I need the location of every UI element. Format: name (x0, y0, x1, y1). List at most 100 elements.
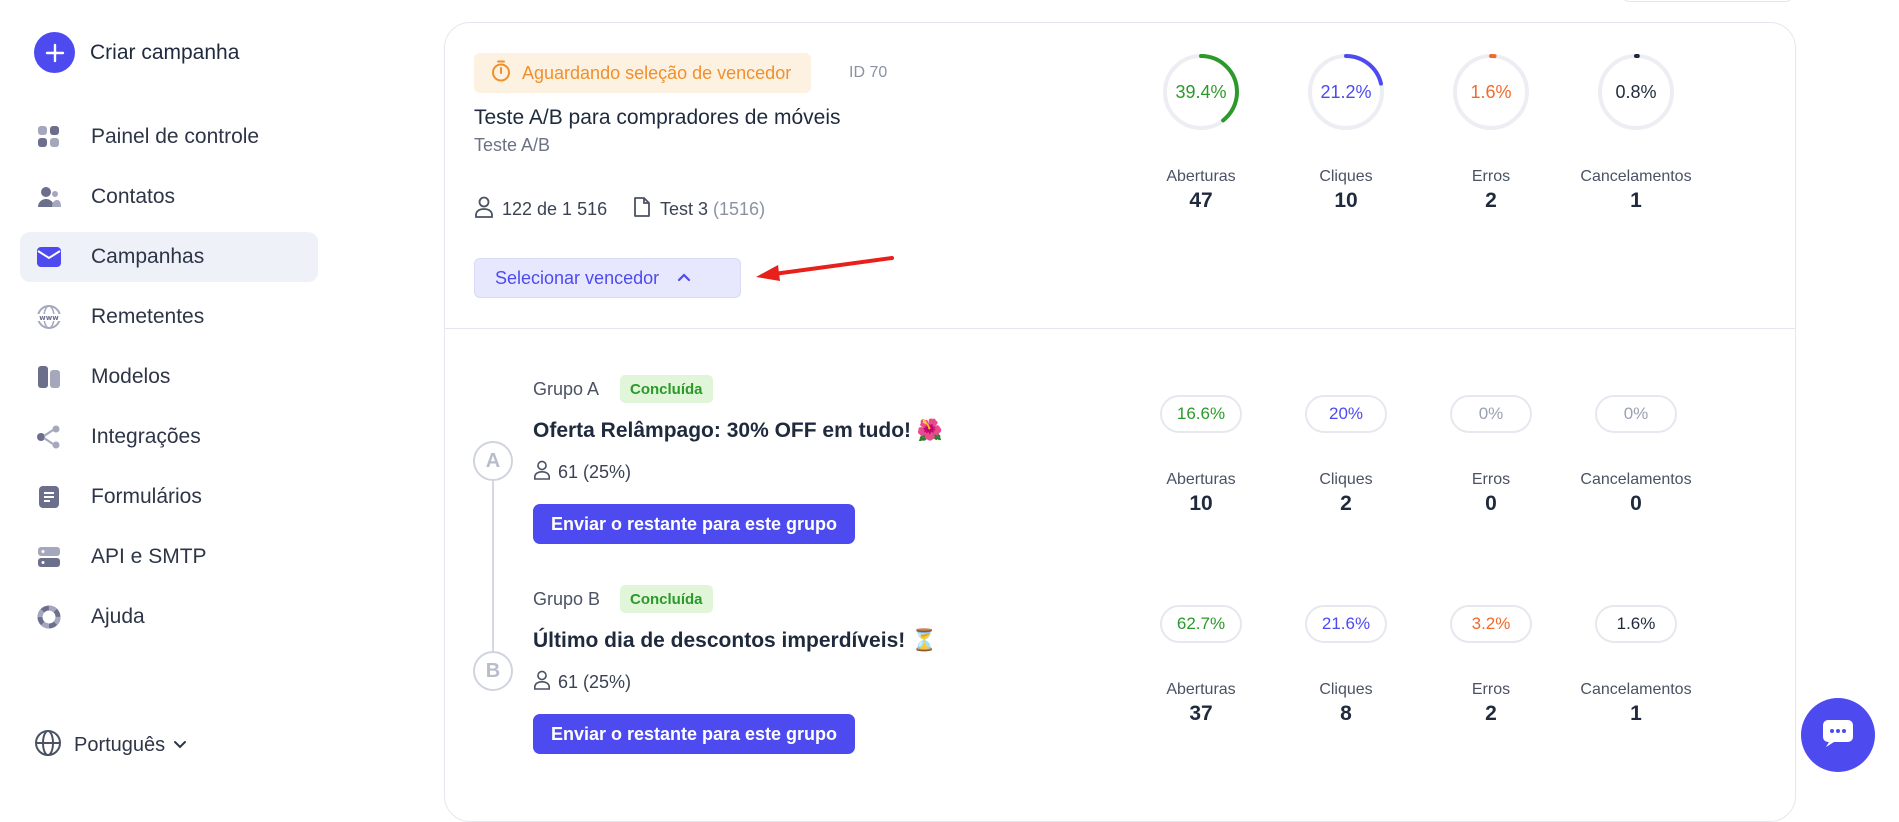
group-a-status-badge: Concluída (620, 375, 713, 403)
group-a-subject: Oferta Relâmpago: 30% OFF em tudo! 🌺 (533, 419, 944, 442)
create-campaign-label: Criar campanha (90, 40, 240, 64)
group-a-errors-rate: 0% (1450, 395, 1532, 433)
timer-icon (490, 60, 512, 87)
stat-label: Aberturas (1166, 681, 1236, 698)
group-a-unsubs-rate: 0% (1595, 395, 1677, 433)
group-a-unsubs-stat: Cancelamentos 0 (1571, 471, 1701, 516)
stat-label: Aberturas (1166, 168, 1236, 185)
group-b-recipients: 61 (25%) (533, 670, 631, 695)
stat-value: 8 (1340, 702, 1352, 725)
list-name: Test 3 (660, 199, 709, 219)
annotation-arrow (756, 256, 894, 281)
sidebar-item-senders[interactable]: www Remetentes (20, 292, 318, 342)
stat-value: 2 (1485, 702, 1497, 725)
group-b-send-rest-button[interactable]: Enviar o restante para este grupo (533, 714, 855, 754)
clicks-rate: 21.2% (1320, 81, 1372, 102)
stat-value: 37 (1189, 702, 1213, 725)
section-divider (445, 328, 1795, 329)
stat-value: 10 (1189, 492, 1213, 515)
sidebar-item-contacts[interactable]: Contatos (20, 172, 318, 222)
group-b-label: Grupo B (533, 589, 601, 609)
sidebar-item-label: Painel de controle (91, 125, 260, 148)
group-b-clicks-rate: 21.6% (1305, 605, 1387, 643)
opens-rate: 39.4% (1175, 81, 1227, 102)
list-info[interactable]: Test 3 (1516) (633, 196, 765, 223)
group-b-opens-rate: 62.7% (1160, 605, 1242, 643)
sidebar-item-templates[interactable]: Modelos (20, 352, 318, 402)
select-winner-label: Selecionar vencedor (495, 267, 660, 288)
recipients-count: 122 de 1 516 (502, 199, 608, 219)
group-a-marker: A (473, 441, 513, 481)
chat-icon (1821, 718, 1855, 753)
server-icon (36, 544, 62, 570)
stat-label: Erros (1471, 168, 1511, 185)
stat-value: 0 (1485, 492, 1497, 515)
sidebar-item-label: Campanhas (91, 245, 205, 268)
stat-label: Cancelamentos (1580, 681, 1692, 698)
integrations-icon (36, 424, 62, 450)
templates-icon (36, 364, 62, 390)
group-b-subject: Último dia de descontos imperdíveis! ⏳ (533, 629, 938, 652)
sidebar-item-forms[interactable]: Formulários (20, 472, 318, 522)
help-icon (36, 604, 62, 630)
recipients-info: 122 de 1 516 (474, 196, 607, 223)
svg-text:www: www (39, 314, 59, 322)
stat-label: Cliques (1319, 168, 1373, 185)
create-campaign-button[interactable]: Criar campanha (34, 32, 239, 73)
stat-value: 47 (1189, 189, 1213, 212)
campaign-title: Teste A/B para compradores de móveis (474, 106, 841, 129)
status-text: Aguardando seleção de vencedor (522, 62, 792, 83)
stat-label: Cliques (1319, 471, 1373, 488)
select-winner-button[interactable]: Selecionar vencedor (474, 258, 741, 298)
stat-value: 2 (1340, 492, 1352, 515)
language-selector[interactable]: Português (34, 729, 187, 762)
forms-icon (36, 484, 62, 510)
group-a-label: Grupo A (533, 379, 600, 399)
sidebar-item-label: Integrações (91, 425, 201, 448)
top-element-edge (1620, 0, 1795, 2)
group-a-errors-stat: Erros 0 (1426, 471, 1556, 516)
chevron-up-icon (677, 269, 691, 287)
contacts-icon (36, 184, 62, 210)
sidebar-item-help[interactable]: Ajuda (20, 592, 318, 642)
user-icon (533, 670, 551, 695)
sidebar-item-integrations[interactable]: Integrações (20, 412, 318, 462)
sidebar-item-dashboard[interactable]: Painel de controle (20, 112, 318, 162)
sidebar-item-label: Contatos (91, 185, 176, 208)
group-a-opens-rate: 16.6% (1160, 395, 1242, 433)
sidebar: Criar campanha Painel de controle Contat… (0, 0, 330, 797)
sidebar-item-api-smtp[interactable]: API e SMTP (20, 532, 318, 582)
list-count: (1516) (713, 199, 766, 219)
plus-icon (34, 32, 75, 73)
sidebar-item-label: Ajuda (91, 605, 145, 628)
user-icon (474, 196, 494, 223)
language-label: Português (74, 734, 166, 756)
group-b-errors-rate: 3.2% (1450, 605, 1532, 643)
stat-value: 1 (1630, 189, 1642, 212)
sidebar-item-label: API e SMTP (91, 545, 207, 568)
sidebar-item-label: Formulários (91, 485, 202, 508)
sidebar-item-campaigns[interactable]: Campanhas (20, 232, 318, 282)
group-b-errors-stat: Erros 2 (1426, 681, 1556, 726)
group-a-recipients: 61 (25%) (533, 460, 631, 485)
document-icon (633, 196, 651, 223)
campaign-id: ID 70 (849, 64, 888, 81)
errors-rate: 1.6% (1470, 81, 1512, 102)
stat-label: Cliques (1319, 681, 1373, 698)
unsubs-rate: 0.8% (1615, 81, 1657, 102)
stat-label: Erros (1471, 471, 1511, 488)
group-a-send-rest-button[interactable]: Enviar o restante para este grupo (533, 504, 855, 544)
group-b-unsubs-rate: 1.6% (1595, 605, 1677, 643)
status-badge: Aguardando seleção de vencedor (474, 53, 812, 93)
stat-value: 2 (1485, 189, 1497, 212)
group-b-clicks-stat: Cliques 8 (1281, 681, 1411, 726)
stat-value: 0 (1630, 492, 1642, 515)
group-a-clicks-rate: 20% (1305, 395, 1387, 433)
www-icon: www (36, 304, 62, 330)
timeline-line (492, 458, 494, 673)
sidebar-item-label: Remetentes (91, 305, 205, 328)
sidebar-item-label: Modelos (91, 365, 171, 388)
campaign-type: Teste A/B (474, 135, 551, 155)
chat-widget-button[interactable] (1801, 698, 1875, 772)
dashboard-icon (36, 124, 62, 150)
